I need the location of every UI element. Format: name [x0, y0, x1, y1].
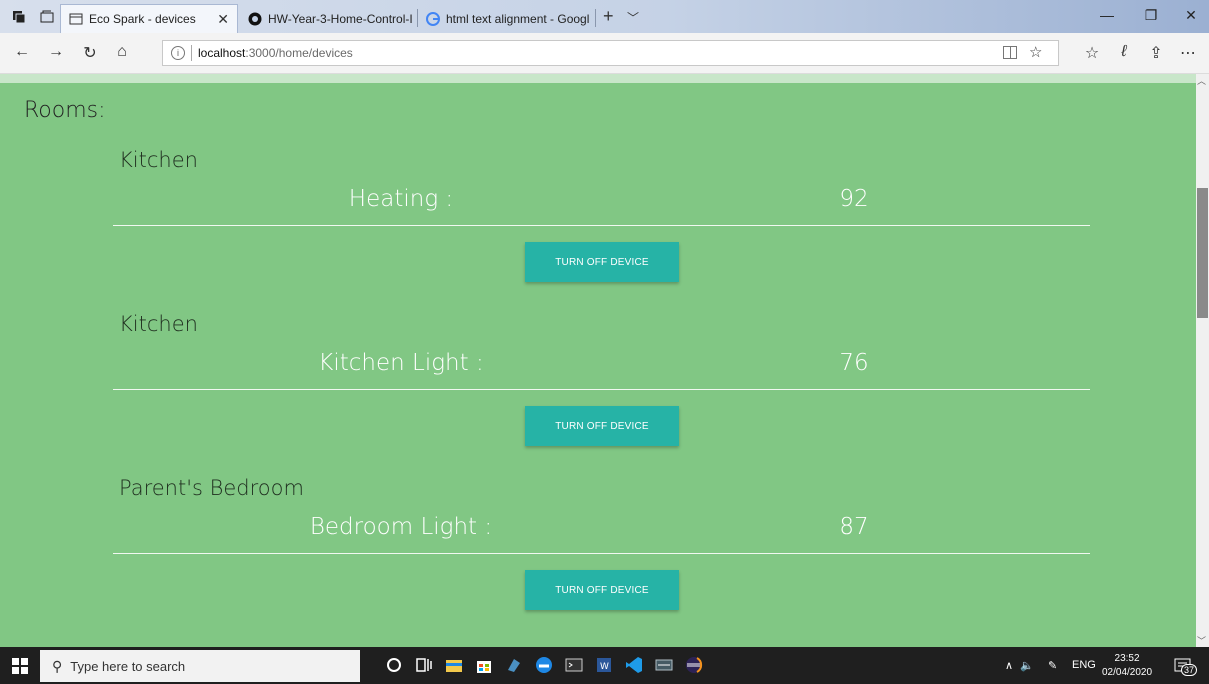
pen-icon[interactable]: ℓ	[1114, 43, 1134, 61]
device-card: Parent's Bedroom Bedroom Light : 87 TURN…	[0, 476, 1196, 640]
clock-date: 02/04/2020	[1102, 667, 1153, 678]
device-name: Kitchen Light :	[318, 350, 484, 376]
edge-browser-icon[interactable]	[534, 655, 554, 675]
device-value: 92	[839, 186, 869, 212]
share-icon[interactable]: ⇪	[1146, 43, 1166, 63]
address-bar-row: ← → ↻ ⌂ i localhost :3000/home/devices ☆…	[0, 33, 1209, 74]
room-name: Kitchen	[119, 148, 198, 172]
divider	[113, 225, 1090, 226]
clock-time: 23:52	[1114, 653, 1140, 664]
url-path: :3000/home/devices	[245, 46, 353, 60]
url-separator	[191, 45, 192, 61]
pen-workspace-icon[interactable]: ✎	[1048, 659, 1057, 672]
new-tab-icon[interactable]: +	[603, 6, 614, 27]
tab-separator	[595, 9, 596, 27]
terminal-icon[interactable]	[564, 655, 584, 675]
scroll-down-icon[interactable]: ﹀	[1197, 634, 1206, 647]
notepad-app-icon[interactable]	[504, 655, 524, 675]
chevron-down-icon[interactable]: ﹀	[627, 9, 639, 26]
eclipse-icon[interactable]	[684, 655, 704, 675]
url-field[interactable]: i localhost :3000/home/devices ☆	[162, 40, 1059, 66]
set-aside-tabs-icon[interactable]	[12, 10, 26, 24]
divider	[113, 389, 1090, 390]
svg-text:W: W	[600, 662, 609, 672]
browser-tab-bar: Eco Spark - devices ✕ HW-Year-3-Home-Con…	[0, 0, 1209, 33]
tray-overflow-icon[interactable]: ∧	[1005, 659, 1013, 672]
language-indicator[interactable]: ENG	[1072, 659, 1096, 671]
close-window-icon[interactable]: ✕	[1176, 7, 1206, 24]
database-app-icon[interactable]	[654, 655, 674, 675]
close-tab-icon[interactable]: ✕	[217, 11, 229, 28]
device-value: 76	[839, 350, 869, 376]
cortana-icon[interactable]	[384, 655, 404, 675]
tab-eco-spark[interactable]: Eco Spark - devices ✕	[60, 4, 238, 33]
volume-icon[interactable]: 🔈	[1020, 659, 1034, 672]
tab-title: HW-Year-3-Home-Control-I	[268, 11, 413, 26]
restore-icon[interactable]: ❐	[1136, 7, 1166, 24]
turn-off-device-button[interactable]: TURN OFF DEVICE	[525, 242, 679, 282]
windows-start-icon[interactable]	[12, 658, 28, 674]
divider	[113, 553, 1090, 554]
page-viewport: Rooms: Kitchen Heating : 92 TURN OFF DEV…	[0, 74, 1196, 647]
vscode-icon[interactable]	[624, 655, 644, 675]
notification-center-icon[interactable]: 37	[1173, 656, 1198, 676]
device-card: Kitchen Kitchen Light : 76 TURN OFF DEVI…	[0, 312, 1196, 476]
file-explorer-icon[interactable]	[444, 655, 464, 675]
home-icon[interactable]: ⌂	[112, 43, 132, 61]
taskbar-search-box[interactable]: ⚲ Type here to search	[40, 650, 360, 682]
tab-github[interactable]: HW-Year-3-Home-Control-I	[240, 4, 416, 33]
header-strip	[0, 74, 1196, 83]
page-title: Rooms:	[24, 98, 106, 123]
info-icon[interactable]: i	[171, 46, 185, 60]
refresh-icon[interactable]: ↻	[80, 43, 100, 63]
device-value: 87	[839, 514, 869, 540]
turn-off-device-button[interactable]: TURN OFF DEVICE	[525, 570, 679, 610]
search-icon: ⚲	[52, 657, 63, 674]
page-icon	[69, 13, 83, 25]
search-placeholder: Type here to search	[70, 658, 186, 674]
tab-google[interactable]: html text alignment - Googl	[418, 4, 594, 33]
system-clock[interactable]: 23:52 02/04/2020	[1102, 652, 1152, 680]
github-icon	[248, 12, 262, 25]
device-name: Heating :	[348, 186, 454, 212]
more-icon[interactable]: ⋯	[1178, 43, 1198, 63]
room-name: Parent's Bedroom	[119, 476, 304, 500]
room-name: Kitchen	[119, 312, 198, 336]
word-icon[interactable]: W	[594, 655, 614, 675]
taskbar: ⚲ Type here to search W ∧ 🔈 ✎ ENG 23:52 …	[0, 647, 1209, 684]
reading-view-icon[interactable]	[1003, 46, 1017, 59]
back-icon[interactable]: ←	[12, 43, 32, 61]
favorite-star-icon[interactable]: ☆	[1029, 43, 1042, 61]
google-icon	[426, 11, 440, 26]
task-view-icon[interactable]	[414, 655, 434, 675]
scrollbar-thumb[interactable]	[1197, 188, 1208, 318]
tab-title: Eco Spark - devices	[89, 12, 196, 26]
turn-off-device-button[interactable]: TURN OFF DEVICE	[525, 406, 679, 446]
favorites-list-icon[interactable]: ☆	[1082, 43, 1102, 63]
url-host: localhost	[198, 46, 246, 60]
minimize-icon[interactable]: —	[1092, 7, 1122, 23]
store-icon[interactable]	[474, 655, 494, 675]
vertical-scrollbar[interactable]: ︿ ﹀	[1196, 74, 1209, 647]
device-name: Bedroom Light :	[309, 514, 493, 540]
forward-icon[interactable]: →	[46, 43, 66, 61]
tab-title: html text alignment - Googl	[446, 11, 590, 26]
tab-preview-icon[interactable]	[40, 10, 54, 24]
device-card: Kitchen Heating : 92 TURN OFF DEVICE	[0, 148, 1196, 312]
scroll-up-icon[interactable]: ︿	[1197, 74, 1206, 87]
notification-count-badge: 37	[1181, 664, 1198, 676]
